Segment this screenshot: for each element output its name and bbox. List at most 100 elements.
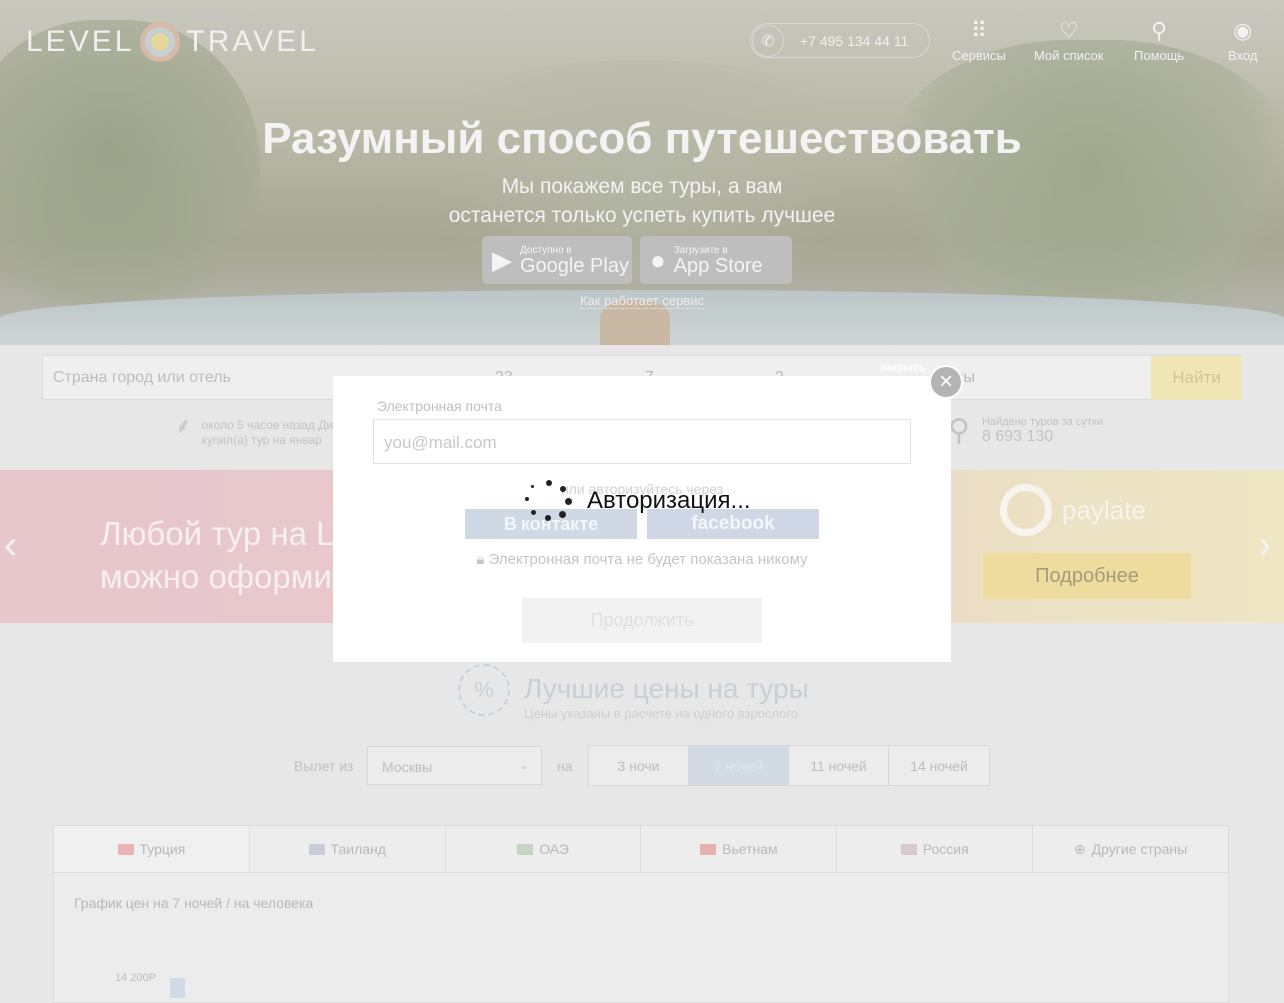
auth-loading-text: Авторизация... (587, 487, 751, 514)
nights-selector: 3 ночи 7 ночей 11 ночей 14 ночей (588, 745, 990, 786)
destination-input[interactable]: Страна город или отель (53, 369, 231, 387)
magnifier-icon: ⚲ (948, 414, 970, 447)
promo-text-1: Любой тур на L (100, 515, 335, 552)
tab-uae[interactable]: ОАЭ (446, 826, 642, 872)
email-field[interactable]: you@mail.com (373, 419, 911, 464)
nav-login-label: Вход (1228, 48, 1258, 63)
close-label: закрыть (880, 362, 926, 374)
hero-subline: Мы покажем все туры, а вам останется тол… (0, 172, 1284, 230)
paylate-logo: paylate (1000, 484, 1146, 536)
tab-uae-label: ОАЭ (539, 841, 569, 857)
google-play-button[interactable]: ▶ Доступно в Google Play (482, 236, 632, 284)
phone-number: +7 495 134 44 11 (800, 32, 909, 49)
tab-thailand[interactable]: Таиланд (250, 826, 446, 872)
thailand-flag-icon (308, 843, 325, 855)
spinner-icon (525, 480, 573, 522)
apple-icon: ● (650, 244, 666, 275)
nav-services[interactable]: ⠿ Сервисы (952, 18, 1006, 64)
lock-icon: 🔒︎ (476, 551, 485, 568)
palm-icon: ⸙ (175, 413, 192, 438)
logo-ring-icon (140, 22, 181, 62)
hero-subline-2: останется только успеть купить лучшее (448, 204, 836, 227)
more-button[interactable]: Подробнее (983, 553, 1191, 599)
prices-title: Лучшие цены на туры (524, 673, 809, 704)
chevron-down-icon: ⌄ (518, 758, 529, 772)
tab-vietnam-label: Вьетнам (722, 841, 778, 857)
promo-text-2: можно оформи (100, 558, 332, 595)
tab-other-countries-label: Другие страны (1091, 841, 1188, 857)
how-it-works-link[interactable]: Как работает сервис (0, 293, 1284, 309)
tab-russia[interactable]: Россия (837, 826, 1034, 872)
app-store-button[interactable]: ● Загрузите в App Store (640, 236, 792, 284)
promo-prev-arrow[interactable]: ‹ (4, 525, 17, 565)
heart-icon: ♡ (1058, 18, 1079, 43)
hero-headline: Разумный способ путешествовать (262, 114, 1022, 163)
app-store-big: App Store (673, 254, 763, 277)
tab-thailand-label: Таиланд (330, 841, 386, 857)
find-button[interactable]: Найти (1151, 356, 1242, 400)
price-chart-title: График цен на 7 ночей / на человека (74, 895, 314, 911)
nights-option-14[interactable]: 14 ночей (889, 746, 989, 785)
nav-login[interactable]: ◉ Вход (1228, 18, 1258, 64)
grid-icon: ⠿ (970, 18, 987, 43)
privacy-text: Электронная почта не будет показана нико… (488, 551, 808, 568)
tab-russia-label: Россия (922, 841, 969, 857)
promo-next-arrow[interactable]: › (1258, 525, 1271, 565)
vk-icon: В (503, 513, 517, 534)
nights-option-7[interactable]: 7 ночей (689, 746, 789, 785)
phone-button[interactable]: ✆ +7 495 134 44 11 (750, 23, 930, 58)
fly-from-label: Вылет из (294, 758, 354, 774)
promo-text: Любой тур на L можно оформи (100, 512, 335, 598)
nav-help[interactable]: ⚲ Помощь (1134, 18, 1185, 64)
turkey-flag-icon (117, 843, 134, 855)
tours-found-label: Найдено туров за сутки (981, 416, 1103, 428)
logo-text-right: TRAVEL (186, 25, 319, 58)
close-icon[interactable]: × (929, 365, 963, 399)
country-tabs: Турция Таиланд ОАЭ Вьетнам Россия ⊕ Друг… (53, 825, 1229, 873)
uae-flag-icon (517, 843, 534, 855)
app-store-small: Загрузите в (673, 244, 728, 256)
na-label: на (557, 758, 573, 774)
nav-services-label: Сервисы (952, 48, 1006, 63)
how-it-works-label: Как работает сервис (580, 293, 704, 309)
tours-found-value: 8 693 130 (981, 428, 1054, 445)
recent-purchase-line-1: около 5 часов назад Ди (201, 418, 334, 432)
price-chart (53, 873, 1229, 1003)
hero-subline-1: Мы покажем все туры, а вам (501, 175, 783, 198)
continue-button[interactable]: Продолжить (522, 598, 762, 643)
tab-other-countries[interactable]: ⊕ Другие страны (1033, 826, 1228, 872)
paylate-icon (1000, 484, 1052, 536)
price-chart-bar[interactable] (170, 978, 185, 998)
recent-purchase-line-2: купил(а) тур на январ (201, 433, 322, 447)
tab-vietnam[interactable]: Вьетнам (641, 826, 838, 872)
user-icon: ◉ (1233, 18, 1253, 43)
nav-my-list-label: Мой список (1034, 48, 1104, 63)
google-play-icon: ▶ (492, 244, 512, 275)
email-label: Электронная почта (377, 398, 502, 414)
tab-turkey[interactable]: Турция (54, 826, 250, 872)
tours-found-stat: ⚲ Найдено туров за сутки 8 693 130 (948, 416, 1103, 446)
russia-flag-icon (900, 843, 917, 855)
logo-text-left: LEVEL (26, 25, 135, 58)
privacy-note: 🔒︎ Электронная почта не будет показана н… (333, 551, 951, 568)
nights-option-11[interactable]: 11 ночей (789, 746, 889, 785)
nav-help-label: Помощь (1134, 48, 1185, 63)
departure-city-value: Москвы (382, 759, 433, 775)
auth-loading-indicator: Авторизация... (525, 480, 751, 522)
recent-purchase: ⸙ около 5 часов назад Ди купил(а) тур на… (175, 413, 334, 448)
google-play-small: Доступно в (520, 244, 572, 256)
departure-city-select[interactable]: Москвы ⌄ (367, 746, 542, 785)
percent-badge-icon: % (458, 664, 510, 716)
nights-option-3[interactable]: 3 ночи (589, 746, 689, 785)
prices-subtitle: Цены указаны в расчете на одного взросло… (524, 706, 799, 721)
phone-icon: ✆ (752, 24, 784, 57)
nav-my-list[interactable]: ♡ Мой список (1034, 18, 1104, 64)
google-play-big: Google Play (520, 254, 629, 277)
logo[interactable]: LEVEL TRAVEL (26, 22, 319, 62)
tab-turkey-label: Турция (139, 841, 186, 857)
paylate-brand: paylate (1062, 494, 1146, 525)
globe-icon: ⊕ (1073, 840, 1086, 857)
help-icon: ⚲ (1151, 18, 1168, 43)
vietnam-flag-icon (700, 843, 717, 855)
price-chart-value-label: 14 200Р (115, 972, 156, 984)
